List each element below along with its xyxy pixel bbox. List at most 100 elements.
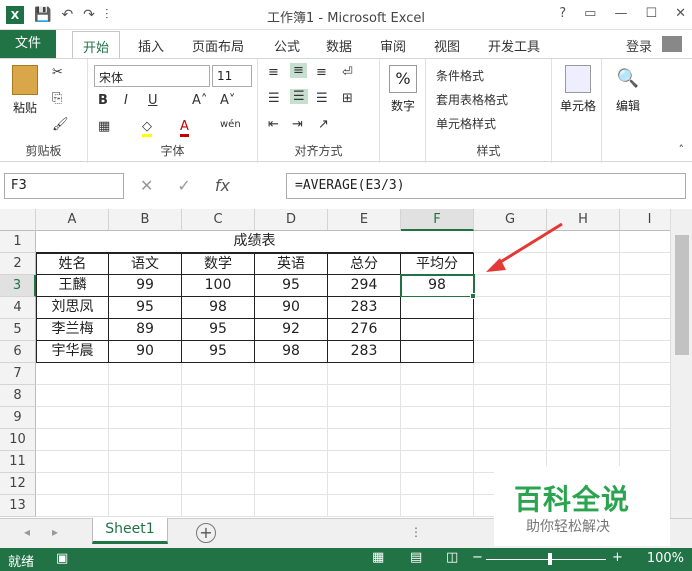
cell[interactable] [36, 473, 109, 495]
data-cell[interactable]: 283 [328, 297, 401, 319]
cell[interactable] [620, 275, 670, 297]
cell[interactable] [109, 451, 182, 473]
cell[interactable] [401, 473, 474, 495]
cell[interactable] [328, 385, 401, 407]
tab-review[interactable]: 审阅 [380, 34, 406, 57]
align-bottom-icon[interactable]: ≡ [316, 65, 327, 80]
cell-styles-button[interactable]: 单元格样式 [436, 115, 496, 132]
tab-formulas[interactable]: 公式 [274, 34, 300, 57]
vertical-scrollbar[interactable] [670, 209, 692, 518]
cell[interactable] [182, 363, 255, 385]
row-header-6[interactable]: 6 [0, 341, 36, 363]
cell[interactable] [255, 473, 328, 495]
data-cell[interactable]: 89 [109, 319, 182, 341]
cell[interactable] [401, 451, 474, 473]
data-cell[interactable]: 宇华晨 [36, 341, 109, 363]
zoom-out-button[interactable]: − [472, 550, 483, 565]
cell[interactable] [328, 495, 401, 517]
cell[interactable] [255, 429, 328, 451]
tab-home[interactable]: 开始 [72, 31, 121, 59]
data-cell[interactable]: 95 [182, 319, 255, 341]
header-cell[interactable]: 英语 [255, 253, 328, 275]
vertical-scroll-thumb[interactable] [675, 235, 689, 355]
row-header-13[interactable]: 13 [0, 495, 36, 517]
row-header-8[interactable]: 8 [0, 385, 36, 407]
column-header-e[interactable]: E [328, 209, 401, 231]
font-color-icon[interactable]: A [180, 119, 189, 137]
zoom-slider[interactable] [486, 559, 606, 560]
user-icon[interactable] [662, 36, 682, 52]
cell[interactable] [547, 429, 620, 451]
column-header-i[interactable]: I [620, 209, 670, 231]
copy-icon[interactable]: ⎘ [52, 91, 62, 106]
cell[interactable] [401, 363, 474, 385]
data-cell[interactable]: 90 [255, 297, 328, 319]
zoom-slider-thumb[interactable] [548, 553, 552, 565]
column-header-b[interactable]: B [109, 209, 182, 231]
row-header-1[interactable]: 1 [0, 231, 36, 253]
format-painter-icon[interactable]: 🖌 [52, 117, 69, 132]
name-box[interactable]: F3 [4, 173, 124, 199]
cell[interactable] [182, 429, 255, 451]
align-top-icon[interactable]: ≡ [268, 65, 279, 80]
tab-file[interactable]: 文件 [0, 30, 56, 58]
cell[interactable] [109, 473, 182, 495]
zoom-in-button[interactable]: + [612, 550, 623, 565]
cut-icon[interactable]: ✂ [52, 65, 63, 80]
page-break-view-icon[interactable]: ◫ [446, 550, 458, 565]
row-header-5[interactable]: 5 [0, 319, 36, 341]
login-link[interactable]: 登录 [626, 36, 652, 55]
cell[interactable] [620, 253, 670, 275]
cell[interactable] [547, 297, 620, 319]
cancel-icon[interactable]: ✕ [140, 176, 153, 195]
data-cell[interactable]: 294 [328, 275, 401, 297]
cell[interactable] [36, 429, 109, 451]
row-header-9[interactable]: 9 [0, 407, 36, 429]
cell[interactable] [474, 429, 547, 451]
next-sheet-icon[interactable]: ▸ [52, 525, 58, 539]
row-header-3[interactable]: 3 [0, 275, 36, 297]
italic-button[interactable]: I [124, 93, 128, 108]
cell[interactable] [547, 385, 620, 407]
enter-icon[interactable]: ✓ [177, 176, 190, 195]
collapse-ribbon-icon[interactable]: ˄ [679, 143, 685, 156]
data-cell[interactable]: 99 [109, 275, 182, 297]
bold-button[interactable]: B [98, 93, 108, 108]
data-cell[interactable]: 王麟 [36, 275, 109, 297]
cell[interactable] [182, 473, 255, 495]
cell[interactable] [328, 451, 401, 473]
wrap-text-icon[interactable]: ⏎ [342, 65, 353, 80]
data-cell[interactable]: 98 [182, 297, 255, 319]
fill-handle[interactable] [470, 293, 476, 299]
cell[interactable] [474, 275, 547, 297]
orientation-icon[interactable]: ↗ [318, 117, 329, 132]
help-button[interactable]: ? [559, 6, 566, 21]
shrink-font-button[interactable]: A˅ [220, 93, 235, 108]
column-header-d[interactable]: D [255, 209, 328, 231]
cell[interactable] [620, 297, 670, 319]
align-right-icon[interactable]: ☰ [316, 91, 328, 106]
cell[interactable] [328, 473, 401, 495]
tab-data[interactable]: 数据 [326, 34, 352, 57]
cell[interactable] [547, 407, 620, 429]
font-name-combo[interactable]: 宋体 [94, 65, 210, 87]
decrease-indent-icon[interactable]: ⇤ [268, 117, 279, 132]
selected-cell-f3[interactable]: 98 [400, 274, 475, 298]
row-header-7[interactable]: 7 [0, 363, 36, 385]
cell[interactable] [182, 407, 255, 429]
grow-font-button[interactable]: A˄ [192, 93, 207, 108]
format-as-table-button[interactable]: 套用表格格式 [436, 91, 508, 108]
add-sheet-button[interactable]: + [196, 523, 216, 543]
cell[interactable] [36, 451, 109, 473]
cell[interactable] [401, 385, 474, 407]
cell[interactable] [182, 385, 255, 407]
tab-insert[interactable]: 插入 [138, 34, 164, 57]
header-cell[interactable]: 姓名 [36, 253, 109, 275]
cell[interactable] [36, 495, 109, 517]
cell[interactable] [401, 407, 474, 429]
column-header-a[interactable]: A [36, 209, 109, 231]
cell[interactable] [255, 385, 328, 407]
row-header-12[interactable]: 12 [0, 473, 36, 495]
data-cell[interactable] [401, 297, 474, 319]
data-cell[interactable]: 90 [109, 341, 182, 363]
